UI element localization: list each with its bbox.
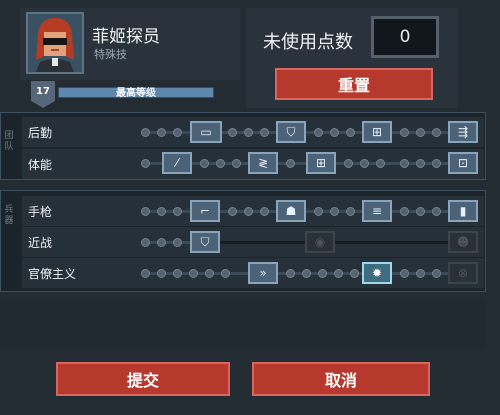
skill-point-dot[interactable]	[346, 128, 355, 137]
skill-track-line	[145, 241, 195, 244]
skill-point-dot[interactable]	[432, 269, 441, 278]
unused-points-label: 未使用点数	[263, 32, 353, 53]
pistol-perk-1-gun-icon[interactable]: ⌐	[190, 200, 220, 222]
level-status-text: 最高等级	[116, 88, 156, 99]
skill-point-dot[interactable]	[346, 207, 355, 216]
weapon-section-tag: 兵器	[4, 205, 14, 226]
skill-point-dot[interactable]	[314, 207, 323, 216]
skill-point-dot[interactable]	[432, 128, 441, 137]
logistics-perk-4-ammo-icon[interactable]: ⇶	[448, 121, 478, 143]
pistol-perk-2-agent-icon[interactable]: ☗	[276, 200, 306, 222]
bureaucracy-perk-3-locked-icon[interactable]: ⊗	[448, 262, 478, 284]
level-badge-arrow	[31, 101, 55, 108]
skill-label-melee: 近战	[28, 236, 53, 250]
submit-button[interactable]: 提交	[56, 362, 230, 396]
skill-point-dot[interactable]	[260, 128, 269, 137]
skill-label-fitness: 体能	[28, 158, 53, 172]
cancel-button[interactable]: 取消	[252, 362, 430, 396]
skill-point-dot[interactable]	[432, 159, 441, 168]
melee-perk-3-locked-icon[interactable]: ☻	[448, 231, 478, 253]
level-badge: 17	[31, 81, 55, 101]
character-name: 菲姬探员	[92, 27, 160, 47]
skill-point-dot[interactable]	[416, 159, 425, 168]
skill-label-bureaucracy: 官僚主义	[28, 267, 77, 281]
character-portrait	[26, 12, 84, 74]
reset-button[interactable]: 重置	[275, 68, 433, 100]
skill-point-dot[interactable]	[400, 159, 409, 168]
skill-point-dot[interactable]	[141, 269, 150, 278]
skill-point-dot[interactable]	[141, 238, 150, 247]
skill-point-dot[interactable]	[173, 269, 182, 278]
skill-point-dot[interactable]	[330, 207, 339, 216]
bureaucracy-perk-1-arrow-icon[interactable]: »	[248, 262, 278, 284]
skill-point-dot[interactable]	[173, 207, 182, 216]
skill-point-dot[interactable]	[330, 128, 339, 137]
skill-point-dot[interactable]	[318, 269, 327, 278]
skill-point-dot[interactable]	[157, 269, 166, 278]
skill-point-dot[interactable]	[416, 269, 425, 278]
skill-point-dot[interactable]	[200, 159, 209, 168]
skill-point-dot[interactable]	[141, 159, 150, 168]
skill-label-pistol: 手枪	[28, 205, 53, 219]
skill-point-dot[interactable]	[228, 128, 237, 137]
empty-skill-area	[0, 300, 486, 348]
fitness-perk-1-knife-icon[interactable]: ⁄	[162, 152, 192, 174]
skill-point-dot[interactable]	[205, 269, 214, 278]
skill-point-dot[interactable]	[216, 159, 225, 168]
skill-point-dot[interactable]	[344, 159, 353, 168]
team-section-tag: 团队	[4, 131, 14, 152]
skill-point-dot[interactable]	[400, 269, 409, 278]
skill-point-dot[interactable]	[314, 128, 323, 137]
pistol-perk-4-magazine-icon[interactable]: ▮	[448, 200, 478, 222]
skill-point-dot[interactable]	[228, 207, 237, 216]
skill-point-dot[interactable]	[232, 159, 241, 168]
skill-point-dot[interactable]	[286, 269, 295, 278]
skill-point-dot[interactable]	[400, 207, 409, 216]
skill-track-line-locked	[220, 241, 475, 244]
skill-point-dot[interactable]	[221, 269, 230, 278]
melee-perk-1-shield-icon[interactable]: ⛉	[190, 231, 220, 253]
skill-point-dot[interactable]	[400, 128, 409, 137]
skill-point-dot[interactable]	[173, 238, 182, 247]
skill-point-dot[interactable]	[350, 269, 359, 278]
skill-point-dot[interactable]	[173, 128, 182, 137]
pistol-perk-3-bullets-icon[interactable]: ≡	[362, 200, 392, 222]
skill-point-dot[interactable]	[416, 207, 425, 216]
skill-point-dot[interactable]	[376, 159, 385, 168]
skill-point-dot[interactable]	[286, 159, 295, 168]
unused-points-value: 0	[371, 16, 439, 58]
skill-point-dot[interactable]	[334, 269, 343, 278]
logistics-perk-1-icon[interactable]: ▭	[190, 121, 222, 143]
skill-point-dot[interactable]	[432, 207, 441, 216]
bureaucracy-perk-2-star-icon[interactable]: ✹	[362, 262, 392, 284]
logistics-perk-2-shield-icon[interactable]: ⛉	[276, 121, 306, 143]
skill-point-dot[interactable]	[157, 238, 166, 247]
skill-point-dot[interactable]	[416, 128, 425, 137]
skill-point-dot[interactable]	[157, 207, 166, 216]
fitness-perk-3-grid-icon[interactable]: ⊞	[306, 152, 336, 174]
skill-point-dot[interactable]	[141, 128, 150, 137]
character-subtitle: 特殊技	[94, 48, 127, 61]
fitness-perk-2-run-icon[interactable]: ≷	[248, 152, 278, 174]
logistics-perk-3-medkit-icon[interactable]: ⊞	[362, 121, 392, 143]
fitness-perk-4-lock-icon[interactable]: ⊡	[448, 152, 478, 174]
skill-point-dot[interactable]	[302, 269, 311, 278]
skill-point-dot[interactable]	[141, 207, 150, 216]
skill-point-dot[interactable]	[244, 128, 253, 137]
skill-point-dot[interactable]	[244, 207, 253, 216]
skill-point-dot[interactable]	[157, 128, 166, 137]
skill-point-dot[interactable]	[189, 269, 198, 278]
skill-label-logistics: 后勤	[28, 126, 53, 140]
melee-perk-2-locked-icon[interactable]: ◉	[305, 231, 335, 253]
skill-point-dot[interactable]	[360, 159, 369, 168]
skill-point-dot[interactable]	[260, 207, 269, 216]
